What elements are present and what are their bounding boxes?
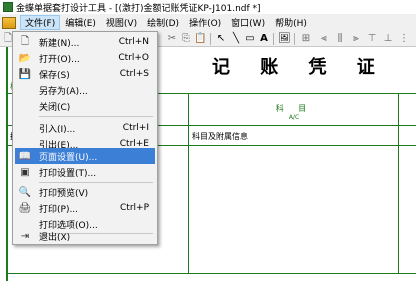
align-top-icon[interactable]: ⊤ (366, 33, 378, 45)
toolbar-separator (210, 33, 211, 45)
file-menu-dropdown: 🗋 新建(N)... Ctrl+N 📂 打开(O)... Ctrl+O 💾 保存… (12, 31, 158, 245)
page-setup-icon: 📖 (18, 150, 32, 162)
title-bar: 金蝶单据套打设计工具 - [(激打)金额记账凭证KP-J101.ndf *] (0, 0, 416, 14)
menu-item-save[interactable]: 💾 保存(S) Ctrl+S (15, 66, 155, 82)
document-icon[interactable] (2, 16, 16, 29)
toolbar-separator (273, 33, 274, 45)
window-title: 金蝶单据套打设计工具 - [(激打)金额记账凭证KP-J101.ndf *] (16, 3, 261, 14)
menu-edit[interactable]: 编辑(E) (60, 15, 101, 30)
text-tool-icon[interactable]: A (258, 33, 270, 45)
line-icon[interactable]: ╲ (230, 33, 242, 45)
menu-item-open[interactable]: 📂 打开(O)... Ctrl+O (15, 50, 155, 66)
align-middle-icon[interactable]: ⊥ (382, 33, 394, 45)
account-info-cell[interactable]: 科目及附属信息 (192, 131, 248, 142)
account-column-header[interactable]: 科 目 (190, 103, 398, 114)
align-left-icon[interactable]: ⫷ (318, 33, 330, 45)
copy-icon[interactable]: ⎘ (180, 33, 192, 45)
menu-item-import[interactable]: 引入(I)... Ctrl+I (15, 120, 155, 136)
menu-item-page-setup[interactable]: 📖 页面设置(U)... (15, 148, 155, 164)
menu-item-print[interactable]: 🖨 打印(P)... Ctrl+P (15, 200, 155, 216)
menu-draw[interactable]: 绘制(D) (142, 15, 184, 30)
print-icon: 🖨 (18, 202, 32, 214)
voucher-title[interactable]: 记 账 凭 证 (212, 53, 387, 79)
new-doc-icon: 🗋 (20, 35, 30, 47)
menu-item-close[interactable]: 关闭(C) (15, 98, 155, 114)
open-folder-icon: 📂 (18, 52, 32, 64)
app-icon (3, 2, 13, 12)
form-column-divider (398, 93, 399, 273)
align-center-icon[interactable]: ⫼ (334, 33, 346, 45)
menu-item-new[interactable]: 🗋 新建(N)... Ctrl+N (15, 34, 155, 50)
exit-icon: ⇥ (20, 230, 30, 242)
menu-separator (39, 116, 153, 117)
menu-item-save-as[interactable]: 另存为(A)... (15, 82, 155, 98)
rectangle-icon[interactable]: ▭ (244, 33, 256, 45)
align-right-icon[interactable]: ⫸ (350, 33, 362, 45)
menu-separator (39, 182, 153, 183)
menu-window[interactable]: 窗口(W) (226, 15, 270, 30)
paste-icon[interactable]: 📋 (194, 33, 206, 45)
distribute-icon[interactable]: ⋮ (398, 33, 410, 45)
print-setup-icon: ▣ (20, 166, 30, 178)
menu-file[interactable]: 文件(F) (20, 15, 61, 30)
menu-item-exit[interactable]: ⇥ 退出(X) (15, 228, 155, 244)
menu-item-print-setup[interactable]: ▣ 打印设置(T)... (15, 164, 155, 180)
save-icon: 💾 (18, 68, 32, 80)
image-icon[interactable]: 🖼 (278, 33, 291, 45)
menu-view[interactable]: 视图(V) (101, 15, 142, 30)
menu-item-print-preview[interactable]: 🔍 打印预览(V) (15, 184, 155, 200)
canvas-left-edge (6, 47, 8, 281)
toolbar-separator (294, 33, 295, 45)
menu-operate[interactable]: 操作(O) (184, 15, 226, 30)
print-preview-icon: 🔍 (18, 186, 32, 198)
form-border-bottom (8, 273, 416, 274)
form-column-divider (188, 93, 189, 273)
menu-bar: 文件(F) 编辑(E) 视图(V) 绘制(D) 操作(O) 窗口(W) 帮助(H… (0, 14, 416, 31)
cut-icon[interactable]: ✂ (166, 33, 178, 45)
pointer-icon[interactable]: ↖ (215, 33, 227, 45)
menu-help[interactable]: 帮助(H) (270, 15, 312, 30)
account-column-subheader[interactable]: A/C (190, 114, 398, 121)
layout-icon[interactable]: ⊞ (300, 33, 312, 45)
